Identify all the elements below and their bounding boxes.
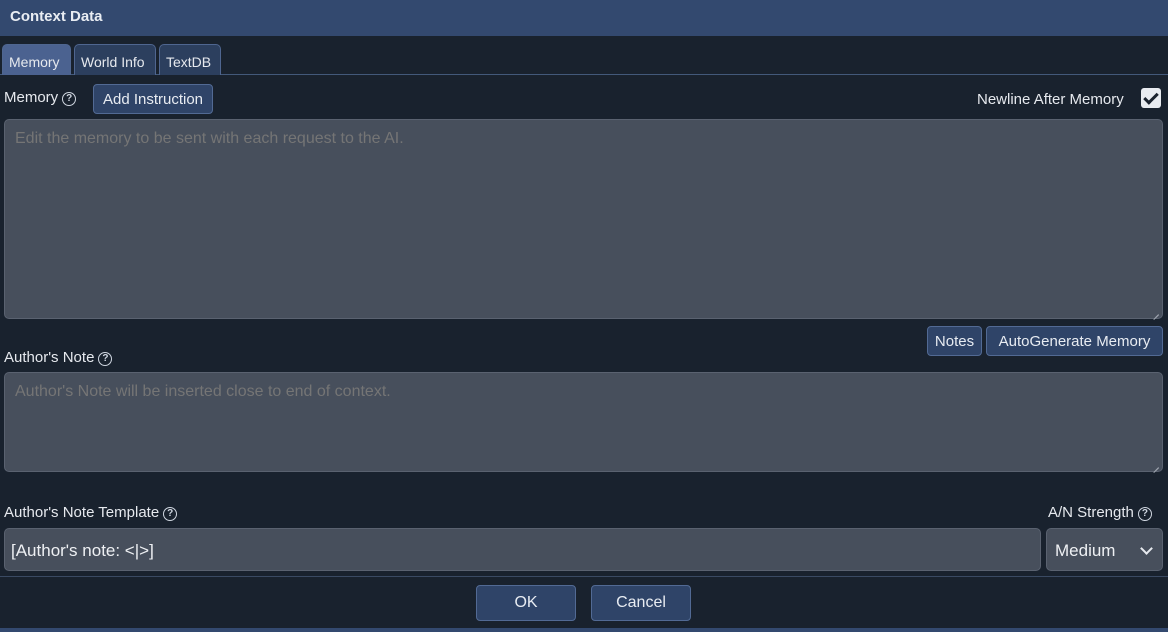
add-instruction-button[interactable]: Add Instruction (93, 84, 213, 114)
footer-divider (0, 576, 1168, 577)
authors-note-label: Author's Note (4, 349, 95, 366)
cancel-button[interactable]: Cancel (591, 585, 691, 621)
resize-handle-icon[interactable] (1152, 461, 1160, 469)
help-icon[interactable]: ? (98, 352, 113, 366)
an-template-label-group: Author's Note Template? (4, 504, 178, 521)
tab-bar: Memory World Info TextDB (0, 44, 1168, 75)
authors-note-label-group: Author's Note? (4, 349, 113, 366)
authors-note-textarea[interactable] (4, 372, 1163, 472)
bottom-border (0, 628, 1168, 632)
resize-handle-icon[interactable] (1152, 308, 1160, 316)
an-strength-value: Medium (1055, 541, 1116, 560)
an-strength-select[interactable]: Medium (1046, 528, 1163, 571)
help-icon[interactable]: ? (163, 507, 178, 521)
tab-textdb[interactable]: TextDB (159, 44, 221, 75)
an-template-input[interactable]: [Author's note: <|>] (4, 528, 1041, 571)
dialog-title: Context Data (0, 0, 1168, 36)
help-icon[interactable]: ? (1137, 507, 1152, 521)
newline-after-memory-label: Newline After Memory (977, 91, 1124, 108)
notes-button[interactable]: Notes (927, 326, 982, 356)
tab-memory[interactable]: Memory (2, 44, 71, 75)
tab-world-info[interactable]: World Info (74, 44, 156, 75)
an-template-label: Author's Note Template (4, 504, 160, 521)
memory-label: Memory (4, 89, 59, 106)
autogenerate-memory-button[interactable]: AutoGenerate Memory (986, 326, 1163, 356)
memory-textarea[interactable] (4, 119, 1163, 319)
newline-after-memory-checkbox[interactable] (1141, 88, 1161, 108)
help-icon[interactable]: ? (62, 92, 77, 106)
an-strength-label-group: A/N Strength? (1048, 504, 1152, 521)
an-strength-label: A/N Strength (1048, 504, 1134, 521)
chevron-down-icon (1140, 542, 1153, 555)
ok-button[interactable]: OK (476, 585, 576, 621)
memory-label-group: Memory? (4, 89, 77, 106)
